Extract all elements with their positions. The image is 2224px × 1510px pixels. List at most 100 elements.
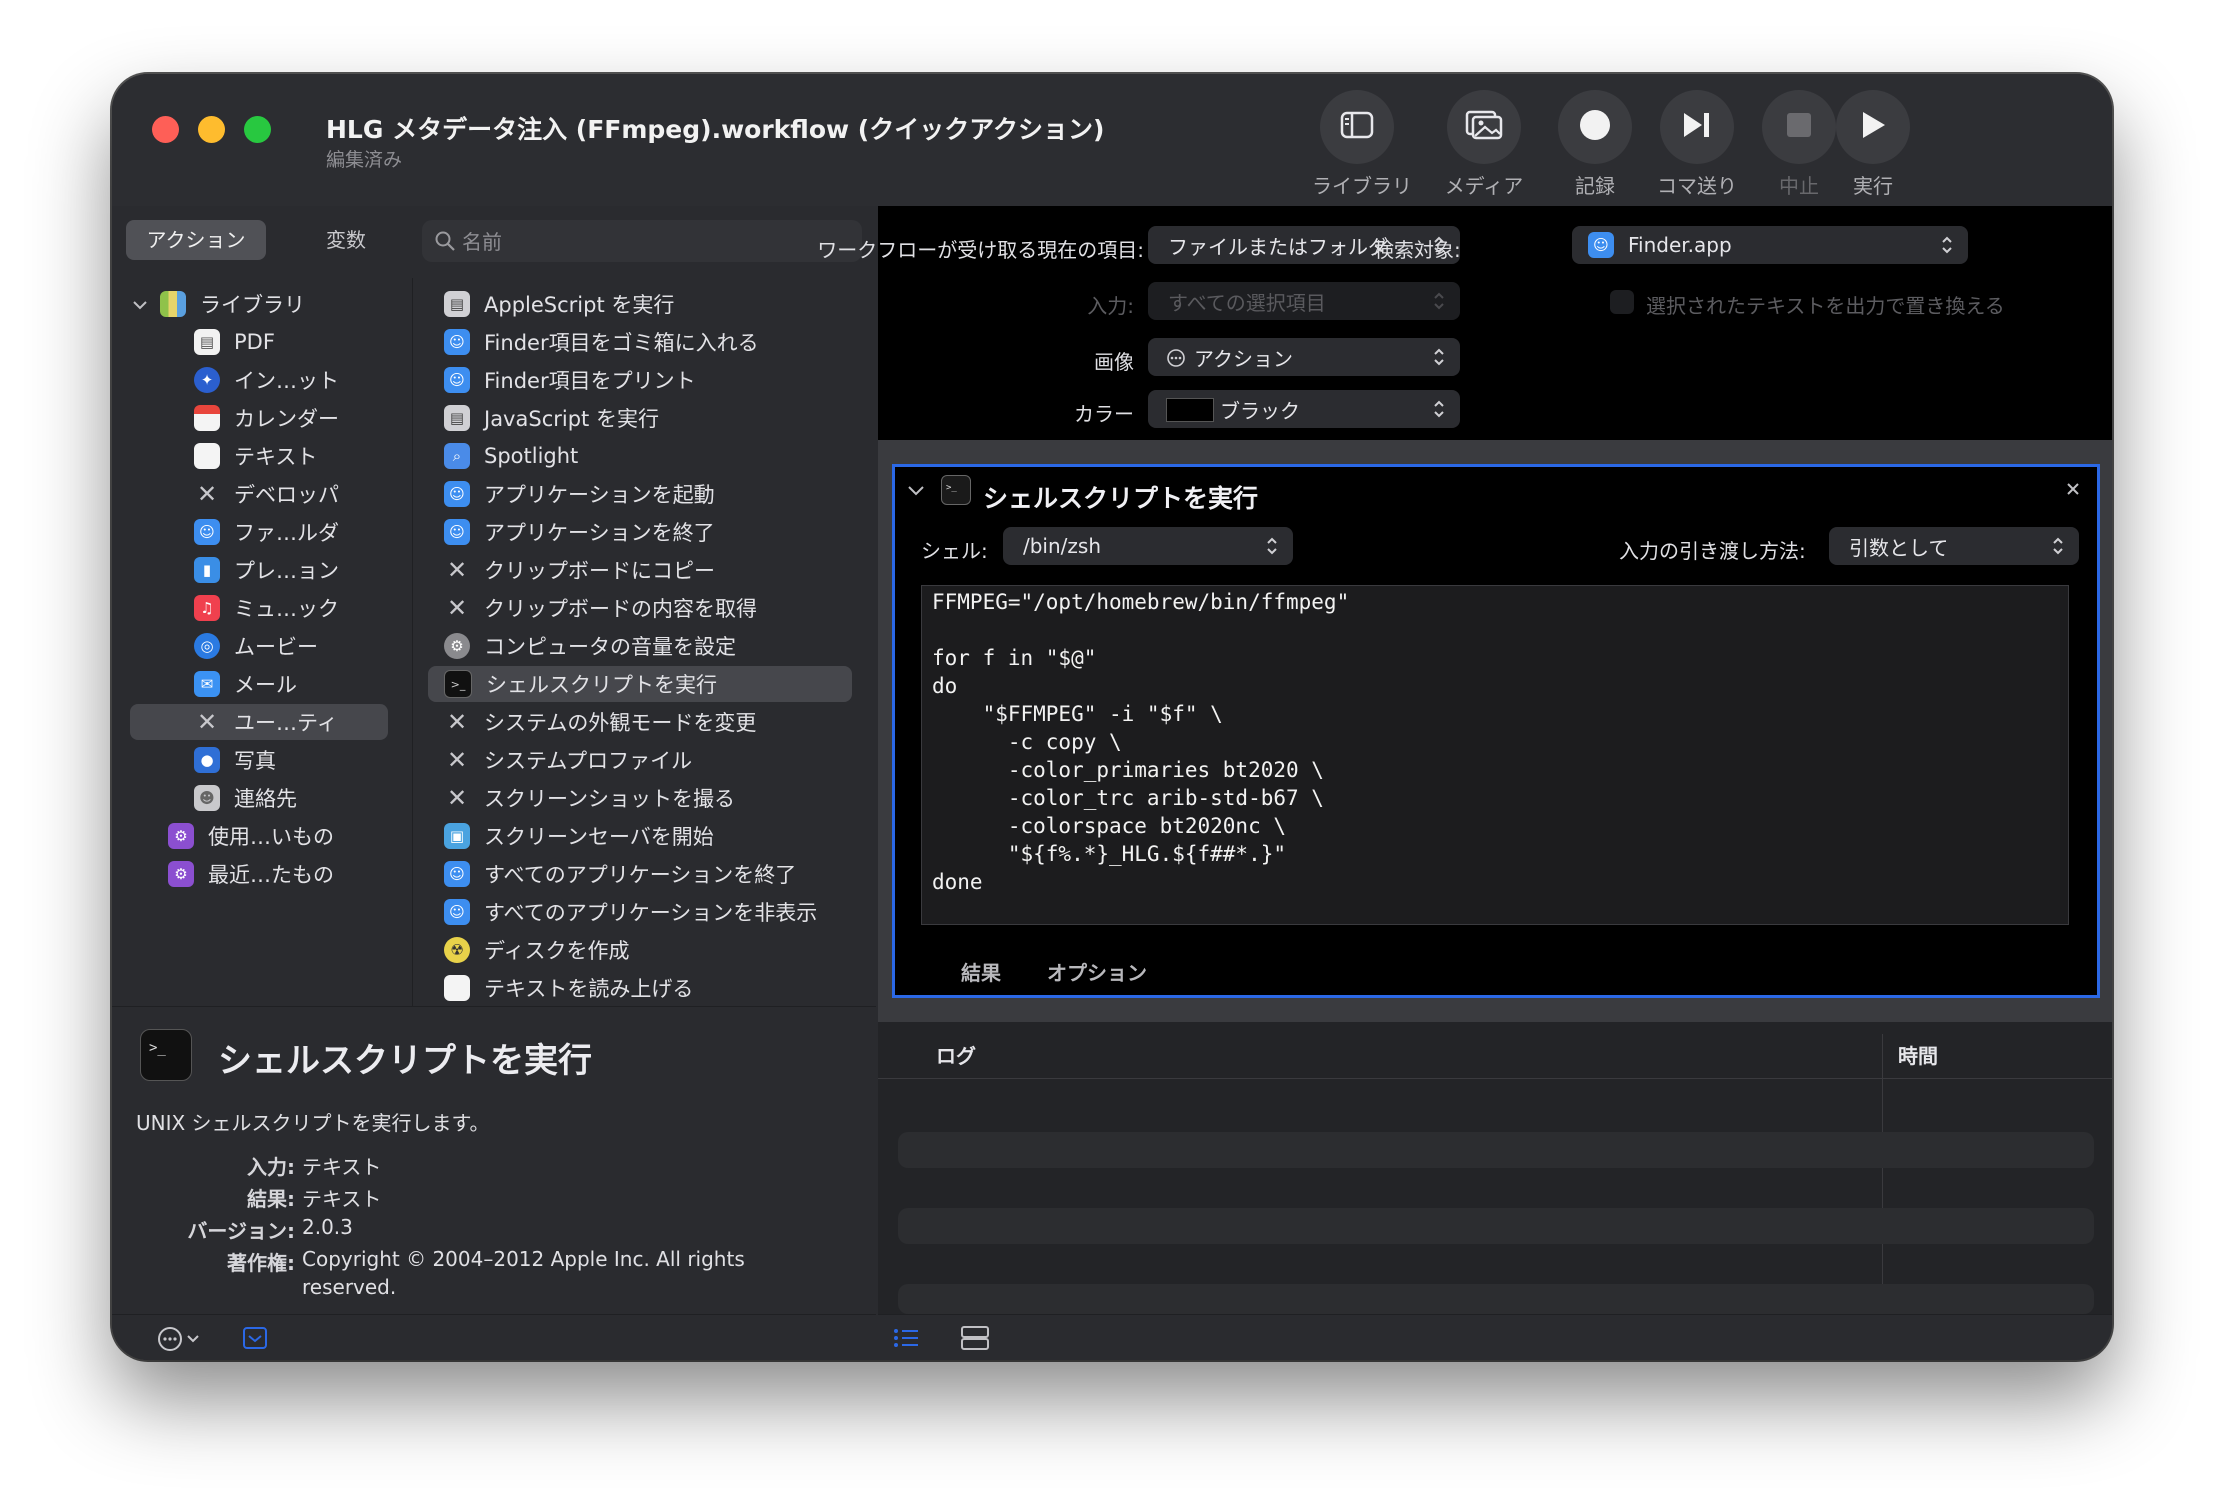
list-item-label: クリップボードの内容を取得 <box>484 597 757 621</box>
pass-input-value: 引数として <box>1849 535 1949 560</box>
list-item[interactable]: ⚙ コンピュータの音量を設定 <box>428 628 852 664</box>
pass-input-popup[interactable]: 引数として <box>1829 527 2079 565</box>
media-toolbar-label: メディア <box>1444 174 1524 198</box>
input-type-value: すべての選択項目 <box>1168 290 1326 315</box>
sidebar-item-calendar[interactable]: カレンダー <box>194 400 339 436</box>
finder-icon: ☺ <box>194 519 220 545</box>
copyright-line-1: Copyright © 2004–2012 Apple Inc. All rig… <box>302 1247 745 1271</box>
script-editor[interactable]: FFMPEG="/opt/homebrew/bin/ffmpeg" for f … <box>921 585 2069 925</box>
list-item-label: すべてのアプリケーションを終了 <box>484 863 797 887</box>
list-item[interactable]: ☺ アプリケーションを終了 <box>428 514 852 550</box>
list-item[interactable]: テキストを読み上げる <box>428 970 852 1006</box>
collapse-chevron-icon[interactable] <box>907 483 925 502</box>
description-toggle-icon[interactable] <box>242 1325 268 1355</box>
library-books-icon <box>160 291 186 317</box>
list-item-label: アプリケーションを起動 <box>484 483 715 507</box>
finder-icon: ☺ <box>444 481 470 507</box>
disclosure-chevron-icon[interactable] <box>132 292 148 316</box>
image-popup[interactable]: アクション <box>1148 338 1460 376</box>
list-item[interactable]: ✕ システムの外観モードを変更 <box>428 704 852 740</box>
close-icon[interactable] <box>2065 481 2081 501</box>
replace-text-checkbox[interactable] <box>1610 290 1634 314</box>
library-root-label: ライブラリ <box>200 293 305 317</box>
list-item[interactable]: ☺ すべてのアプリケーションを非表示 <box>428 894 852 930</box>
list-item[interactable]: ✕ スクリーンショットを撮る <box>428 780 852 816</box>
list-item[interactable]: ✕ クリップボードにコピー <box>428 552 852 588</box>
list-item-label: Finder項目をプリント <box>484 369 696 393</box>
tab-actions[interactable]: アクション <box>126 220 266 260</box>
list-item[interactable]: ✕ システムプロファイル <box>428 742 852 778</box>
sidebar-item-text[interactable]: テキスト <box>194 438 317 474</box>
sidebar-item-files-folders[interactable]: ☺ ファ…ルダ <box>194 514 339 550</box>
calendar-icon <box>194 405 220 431</box>
list-item[interactable]: ▣ スクリーンセーバを開始 <box>428 818 852 854</box>
automator-window: HLG メタデータ注入 (FFmpeg).workflow (クイックアクション… <box>112 74 2112 1360</box>
sidebar-item-movies[interactable]: ◎ ムービー <box>194 628 318 664</box>
search-input[interactable] <box>460 220 844 264</box>
more-options-icon[interactable] <box>156 1325 204 1357</box>
list-item[interactable]: ☢ ディスクを作成 <box>428 932 852 968</box>
list-item-selected[interactable]: >_ シェルスクリプトを実行 <box>428 666 852 702</box>
finder-icon: ☺ <box>444 367 470 393</box>
log-column-header[interactable]: ログ <box>936 1040 976 1069</box>
sidebar-item-music[interactable]: ♫ ミュ…ック <box>194 590 339 626</box>
list-item[interactable]: ☺ Finder項目をプリント <box>428 362 852 398</box>
search-in-popup[interactable]: ☺ Finder.app <box>1572 226 1968 264</box>
list-item[interactable]: ▤ JavaScript を実行 <box>428 400 852 436</box>
sidebar-item-photos[interactable]: ● 写真 <box>194 742 276 778</box>
color-label: カラー <box>1074 402 1134 426</box>
minimize-window-button[interactable] <box>198 116 225 143</box>
sidebar-item-internet[interactable]: ✦ イン…ット <box>194 362 339 398</box>
shell-popup[interactable]: /bin/zsh <box>1003 527 1293 565</box>
library-tree: ライブラリ ▤ PDF ✦ イン…ット カレンダー テキスト ✕ デベロッパ ☺… <box>112 278 412 1006</box>
sidebar-item-utilities[interactable]: ✕ ユー…ティ <box>130 704 388 740</box>
library-toolbar-button[interactable]: ライブラリ <box>1312 90 1412 199</box>
sidebar-item-mail[interactable]: ✉ メール <box>194 666 297 702</box>
sidebar-item-most-used[interactable]: ⚙ 使用…いもの <box>168 818 334 854</box>
sidebar-item-label: デベロッパ <box>234 483 339 507</box>
tab-options[interactable]: オプション <box>1047 957 1147 986</box>
tools-icon: ✕ <box>446 556 468 584</box>
run-toolbar-label: 実行 <box>1853 174 1893 198</box>
media-toolbar-button[interactable]: メディア <box>1439 90 1529 199</box>
updown-chevron-icon <box>1432 290 1446 317</box>
tab-results[interactable]: 結果 <box>961 957 1001 986</box>
svg-text:>_: >_ <box>946 483 957 493</box>
list-item-label: スクリーンショットを撮る <box>484 787 735 811</box>
sidebar-item-developer[interactable]: ✕ デベロッパ <box>194 476 339 512</box>
input-type-popup[interactable]: すべての選択項目 <box>1148 282 1460 320</box>
time-column-header[interactable]: 時間 <box>1898 1040 1938 1069</box>
tools-icon: ✕ <box>196 708 218 736</box>
log-table: ログ 時間 <box>878 1022 2112 1314</box>
play-icon <box>1859 110 1887 144</box>
window-title: HLG メタデータ注入 (FFmpeg).workflow (クイックアクション… <box>326 115 1105 144</box>
run-toolbar-button[interactable]: 実行 <box>1828 90 1918 199</box>
table-row <box>898 1132 2094 1168</box>
search-field[interactable] <box>422 220 862 264</box>
tab-variables[interactable]: 変数 <box>276 220 416 260</box>
list-item[interactable]: ☺ Finder項目をゴミ箱に入れる <box>428 324 852 360</box>
list-item[interactable]: ⌕ Spotlight <box>428 438 852 474</box>
list-item-label: テキストを読み上げる <box>484 977 694 1001</box>
list-item[interactable]: ☺ アプリケーションを起動 <box>428 476 852 512</box>
list-item[interactable]: ✕ クリップボードの内容を取得 <box>428 590 852 626</box>
sidebar-item-pdf[interactable]: ▤ PDF <box>194 324 275 360</box>
tools-icon: ✕ <box>446 594 468 622</box>
library-root[interactable]: ライブラリ <box>132 286 305 322</box>
split-view-icon[interactable] <box>960 1325 990 1355</box>
photos-icon <box>1465 110 1503 144</box>
color-popup[interactable]: ブラック <box>1148 390 1460 428</box>
sidebar-item-contacts[interactable]: ☻ 連絡先 <box>194 780 297 816</box>
search-in-label: 検索対象: <box>1374 238 1461 262</box>
close-window-button[interactable] <box>152 116 179 143</box>
step-toolbar-button[interactable]: コマ送り <box>1652 90 1742 199</box>
list-item[interactable]: ▤ AppleScript を実行 <box>428 286 852 322</box>
list-item-label: Spotlight <box>484 444 579 468</box>
search-in-value: Finder.app <box>1628 233 1732 257</box>
sidebar-item-recently-added[interactable]: ⚙ 最近…たもの <box>168 856 334 892</box>
sidebar-item-presentations[interactable]: ▮ プレ…ョン <box>194 552 339 588</box>
list-item[interactable]: ☺ すべてのアプリケーションを終了 <box>428 856 852 892</box>
record-toolbar-button[interactable]: 記録 <box>1550 90 1640 199</box>
zoom-window-button[interactable] <box>244 116 271 143</box>
list-view-icon[interactable] <box>892 1325 920 1355</box>
